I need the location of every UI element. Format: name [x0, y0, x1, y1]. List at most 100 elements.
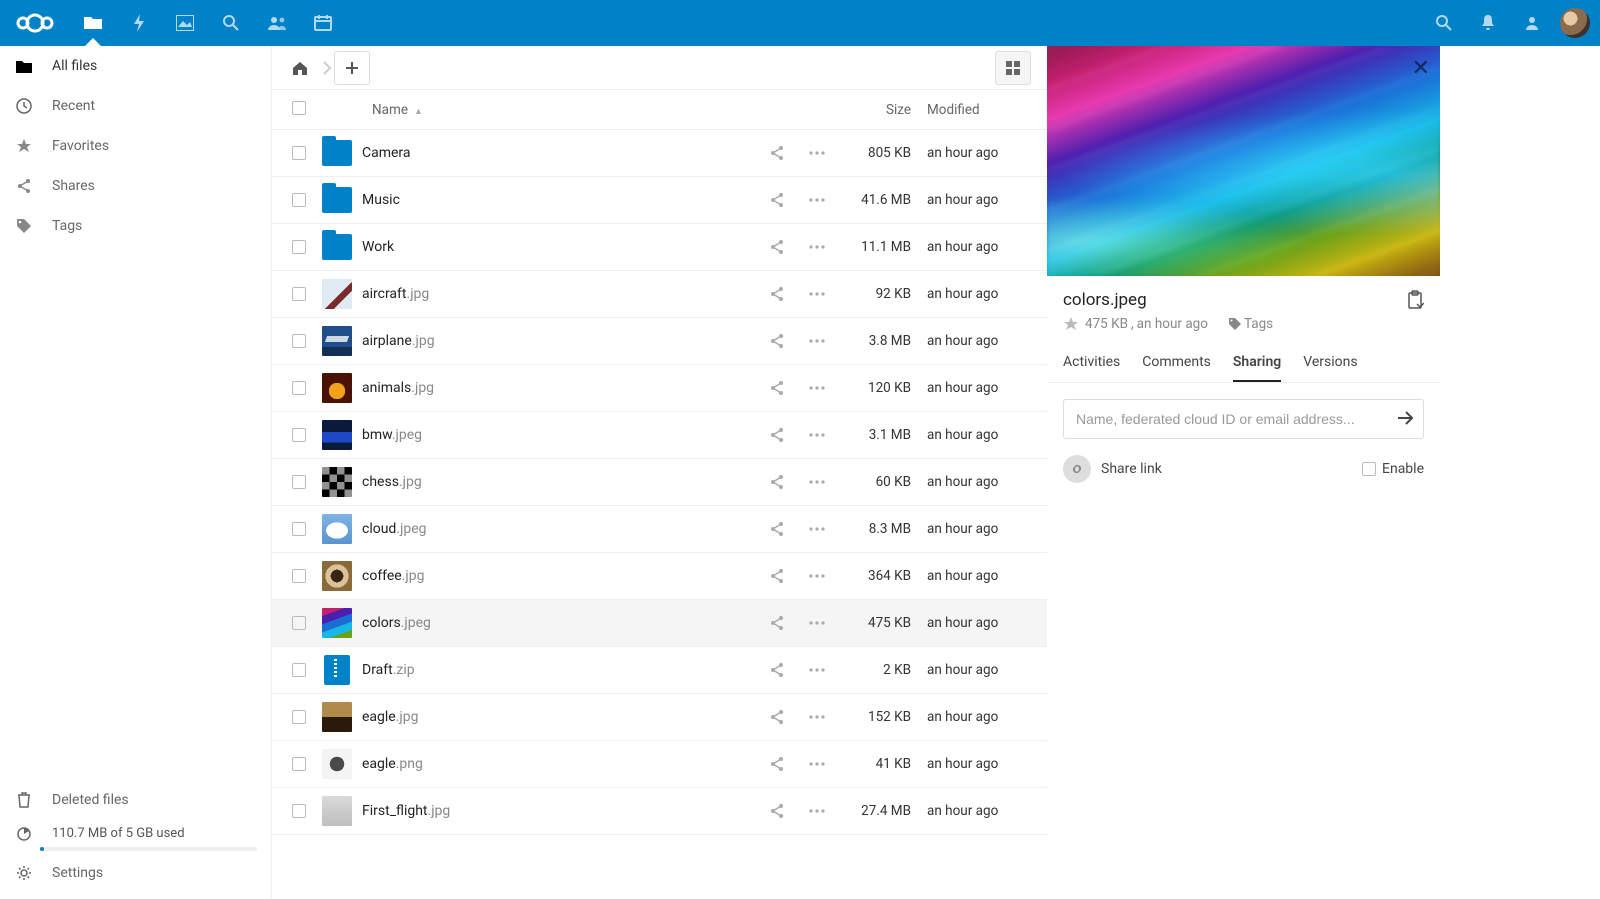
header-contacts-icon[interactable]	[1510, 0, 1554, 46]
nav-tags[interactable]: Tags	[0, 206, 271, 246]
share-icon[interactable]	[757, 756, 797, 772]
table-row[interactable]: Camera805 KBan hour ago	[272, 130, 1047, 177]
table-row[interactable]: airplane.jpg3.8 MBan hour ago	[272, 318, 1047, 365]
more-icon[interactable]	[797, 809, 837, 813]
file-name[interactable]: Draft.zip	[362, 662, 757, 678]
share-icon[interactable]	[757, 286, 797, 302]
more-icon[interactable]	[797, 433, 837, 437]
share-icon[interactable]	[757, 474, 797, 490]
file-name[interactable]: eagle.png	[362, 756, 757, 772]
file-name[interactable]: bmw.jpeg	[362, 427, 757, 443]
select-all-checkbox[interactable]	[292, 101, 342, 119]
share-icon[interactable]	[757, 333, 797, 349]
more-icon[interactable]	[797, 245, 837, 249]
row-checkbox[interactable]	[292, 334, 322, 348]
row-checkbox[interactable]	[292, 804, 322, 818]
more-icon[interactable]	[797, 621, 837, 625]
share-icon[interactable]	[757, 380, 797, 396]
share-icon[interactable]	[757, 145, 797, 161]
clipboard-icon[interactable]	[1406, 290, 1424, 310]
new-button[interactable]	[334, 51, 370, 85]
gallery-app-icon[interactable]	[162, 0, 208, 46]
row-checkbox[interactable]	[292, 616, 322, 630]
table-row[interactable]: First_flight.jpg27.4 MBan hour ago	[272, 788, 1047, 835]
column-size[interactable]: Size	[837, 102, 927, 118]
more-icon[interactable]	[797, 574, 837, 578]
column-name[interactable]: Name▲	[342, 102, 757, 118]
nav-all-files[interactable]: All files	[0, 46, 271, 86]
row-checkbox[interactable]	[292, 475, 322, 489]
file-name[interactable]: aircraft.jpg	[362, 286, 757, 302]
row-checkbox[interactable]	[292, 757, 322, 771]
tab-comments[interactable]: Comments	[1142, 354, 1211, 382]
file-name[interactable]: Camera	[362, 145, 757, 161]
file-name[interactable]: coffee.jpg	[362, 568, 757, 584]
file-name[interactable]: First_flight.jpg	[362, 803, 757, 819]
file-name[interactable]: colors.jpeg	[362, 615, 757, 631]
column-modified[interactable]: Modified	[927, 102, 1047, 118]
tags-button[interactable]: Tags	[1228, 316, 1273, 332]
more-icon[interactable]	[797, 339, 837, 343]
enable-share-link[interactable]: Enable	[1362, 461, 1424, 477]
files-app-icon[interactable]	[70, 0, 116, 46]
tab-sharing[interactable]: Sharing	[1233, 354, 1281, 382]
row-checkbox[interactable]	[292, 663, 322, 677]
more-icon[interactable]	[797, 480, 837, 484]
more-icon[interactable]	[797, 527, 837, 531]
activity-app-icon[interactable]	[116, 0, 162, 46]
share-icon[interactable]	[757, 803, 797, 819]
nav-deleted-files[interactable]: Deleted files	[0, 780, 271, 820]
more-icon[interactable]	[797, 715, 837, 719]
row-checkbox[interactable]	[292, 193, 322, 207]
share-icon[interactable]	[757, 192, 797, 208]
more-icon[interactable]	[797, 151, 837, 155]
tab-activities[interactable]: Activities	[1063, 354, 1120, 382]
row-checkbox[interactable]	[292, 381, 322, 395]
more-icon[interactable]	[797, 762, 837, 766]
more-icon[interactable]	[797, 198, 837, 202]
share-icon[interactable]	[757, 615, 797, 631]
row-checkbox[interactable]	[292, 569, 322, 583]
table-row[interactable]: Draft.zip2 KBan hour ago	[272, 647, 1047, 694]
more-icon[interactable]	[797, 292, 837, 296]
notifications-icon[interactable]	[1466, 0, 1510, 46]
star-icon[interactable]	[1063, 316, 1079, 332]
table-row[interactable]: animals.jpg120 KBan hour ago	[272, 365, 1047, 412]
contacts-app-icon[interactable]	[254, 0, 300, 46]
nav-recent[interactable]: Recent	[0, 86, 271, 126]
file-name[interactable]: Music	[362, 192, 757, 208]
table-row[interactable]: Work11.1 MBan hour ago	[272, 224, 1047, 271]
file-name[interactable]: eagle.jpg	[362, 709, 757, 725]
breadcrumb-home[interactable]	[282, 51, 318, 85]
table-row[interactable]: Music41.6 MBan hour ago	[272, 177, 1047, 224]
row-checkbox[interactable]	[292, 287, 322, 301]
search-app-icon[interactable]	[208, 0, 254, 46]
share-icon[interactable]	[757, 568, 797, 584]
file-name[interactable]: cloud.jpeg	[362, 521, 757, 537]
row-checkbox[interactable]	[292, 146, 322, 160]
row-checkbox[interactable]	[292, 522, 322, 536]
table-row[interactable]: cloud.jpeg8.3 MBan hour ago	[272, 506, 1047, 553]
close-icon[interactable]: ✕	[1412, 56, 1430, 81]
file-name[interactable]: airplane.jpg	[362, 333, 757, 349]
header-search-icon[interactable]	[1422, 0, 1466, 46]
share-icon[interactable]	[757, 427, 797, 443]
table-row[interactable]: bmw.jpeg3.1 MBan hour ago	[272, 412, 1047, 459]
table-row[interactable]: chess.jpg60 KBan hour ago	[272, 459, 1047, 506]
row-checkbox[interactable]	[292, 428, 322, 442]
file-name[interactable]: Work	[362, 239, 757, 255]
nav-settings[interactable]: Settings	[0, 853, 271, 893]
tab-versions[interactable]: Versions	[1303, 354, 1357, 382]
calendar-app-icon[interactable]	[300, 0, 346, 46]
share-icon[interactable]	[757, 239, 797, 255]
table-row[interactable]: eagle.jpg152 KBan hour ago	[272, 694, 1047, 741]
nav-shares[interactable]: Shares	[0, 166, 271, 206]
file-name[interactable]: animals.jpg	[362, 380, 757, 396]
table-row[interactable]: aircraft.jpg92 KBan hour ago	[272, 271, 1047, 318]
table-row[interactable]: eagle.png41 KBan hour ago	[272, 741, 1047, 788]
table-row[interactable]: coffee.jpg364 KBan hour ago	[272, 553, 1047, 600]
app-logo[interactable]	[0, 12, 70, 34]
grid-view-toggle[interactable]	[995, 51, 1031, 85]
more-icon[interactable]	[797, 668, 837, 672]
user-avatar[interactable]	[1560, 8, 1590, 38]
